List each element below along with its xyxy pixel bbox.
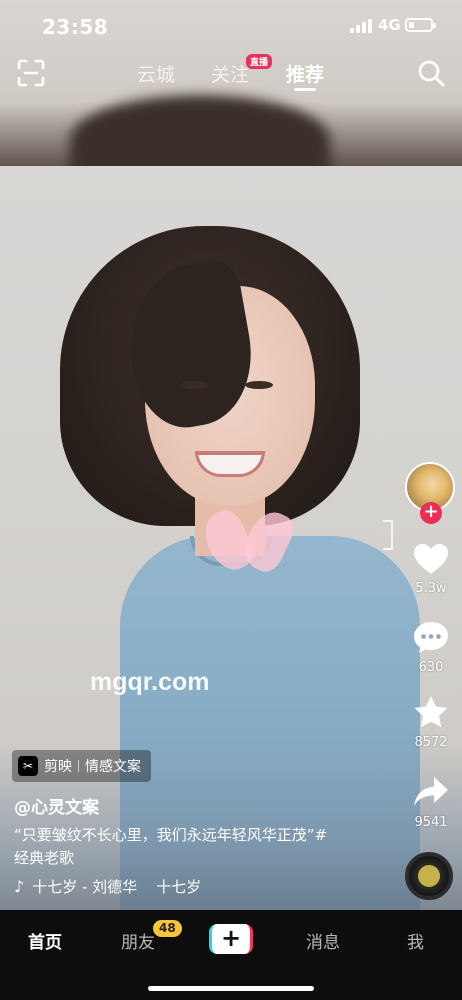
app-tag-divider bbox=[78, 760, 79, 772]
share-count: 9541 bbox=[414, 815, 448, 830]
app-tag[interactable]: ✂ 剪映 情感文案 bbox=[12, 750, 151, 782]
app-tag-template: 情感文案 bbox=[85, 759, 141, 775]
tab-following[interactable]: 关注 bbox=[211, 60, 249, 87]
tab-friends[interactable]: 朋友 bbox=[121, 928, 155, 953]
create-button[interactable]: + bbox=[209, 924, 253, 954]
tab-me[interactable]: 我 bbox=[407, 928, 424, 953]
favorite-button[interactable]: 8572 bbox=[406, 695, 456, 750]
friends-badge: 48 bbox=[153, 920, 182, 937]
music-disc-icon[interactable] bbox=[405, 852, 453, 900]
tab-home[interactable]: 首页 bbox=[28, 928, 62, 953]
eye-right bbox=[245, 381, 273, 389]
status-bar: 23:58 4G bbox=[0, 0, 462, 50]
bracket-marker bbox=[383, 520, 393, 550]
star-icon[interactable] bbox=[413, 695, 449, 729]
tab-recommended[interactable]: 推荐 bbox=[286, 60, 324, 87]
heart-icon[interactable] bbox=[413, 543, 449, 575]
music-title: 十七岁 - 刘德华 十七岁 bbox=[32, 878, 202, 896]
comment-count: 630 bbox=[418, 660, 444, 675]
scan-icon[interactable] bbox=[16, 58, 46, 88]
like-count: 5.3w bbox=[415, 581, 447, 596]
share-button[interactable]: 9541 bbox=[406, 775, 456, 830]
music-info[interactable]: ♪ 十七岁 - 刘德华 十七岁 bbox=[14, 876, 201, 897]
caption-hashtag[interactable]: 经典老歌 bbox=[14, 847, 394, 870]
network-type: 4G bbox=[378, 16, 401, 34]
status-time: 23:58 bbox=[42, 15, 109, 39]
live-badge: 直播 bbox=[246, 54, 273, 69]
music-note-icon: ♪ bbox=[14, 877, 25, 896]
caption-line-1: “只要皱纹不长心里，我们永远年轻风华正茂”# bbox=[14, 826, 328, 844]
home-indicator bbox=[148, 986, 314, 991]
search-icon[interactable] bbox=[416, 58, 446, 88]
app-tag-app: 剪映 bbox=[44, 759, 72, 775]
watermark-text: mgqr.com bbox=[90, 668, 210, 696]
share-icon[interactable] bbox=[413, 775, 449, 809]
favorite-count: 8572 bbox=[414, 735, 448, 750]
author-name[interactable]: @心灵文案 bbox=[14, 793, 99, 818]
caption-text: “只要皱纹不长心里，我们永远年轻风华正茂”# 经典老歌 bbox=[14, 824, 394, 870]
eye-left bbox=[180, 381, 208, 389]
signal-icon bbox=[350, 19, 372, 33]
plus-icon[interactable]: + bbox=[420, 502, 442, 524]
tab-cloud-city[interactable]: 云城 bbox=[137, 60, 175, 87]
butterfly-sticker bbox=[197, 505, 299, 581]
battery-icon bbox=[405, 18, 436, 32]
like-button[interactable]: 5.3w bbox=[406, 543, 456, 596]
tab-messages[interactable]: 消息 bbox=[306, 928, 340, 953]
capcut-icon: ✂ bbox=[18, 756, 38, 776]
top-nav: 云城 关注 直播 推荐 bbox=[0, 50, 462, 100]
active-tab-indicator bbox=[294, 88, 316, 91]
comment-button[interactable]: 630 bbox=[406, 620, 456, 675]
comment-icon[interactable] bbox=[413, 620, 449, 654]
creator-avatar[interactable]: + bbox=[405, 462, 457, 524]
